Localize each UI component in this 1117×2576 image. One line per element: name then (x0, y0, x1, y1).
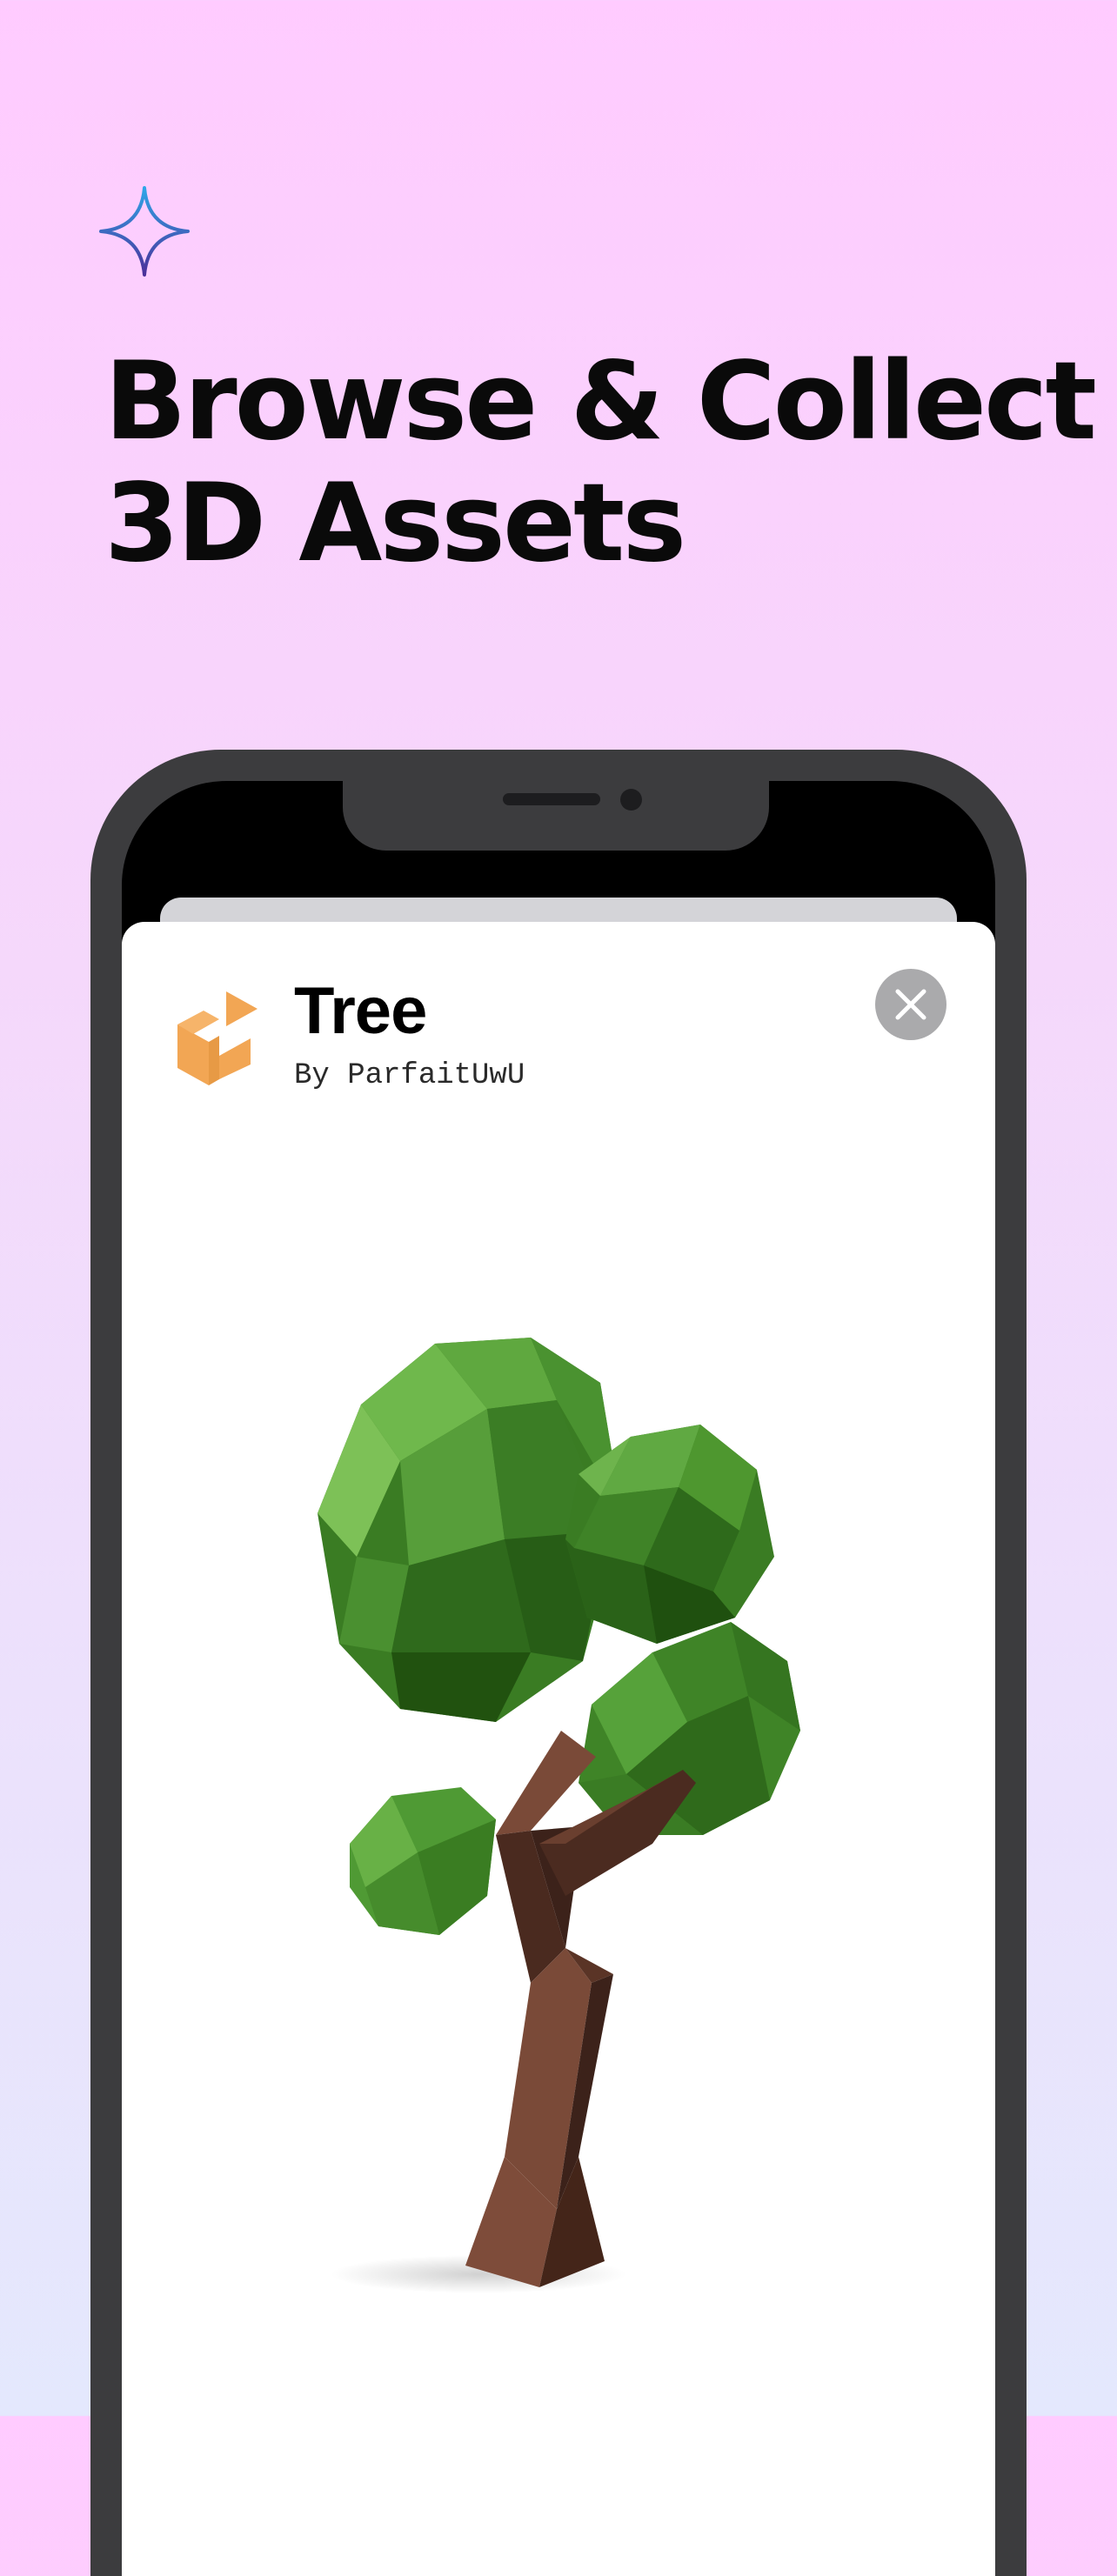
headline-line-1: Browse & Collect (104, 339, 1097, 464)
package-logo-icon (177, 991, 258, 1085)
headline: Browse & Collect 3D Assets (104, 339, 1097, 586)
phone-screen: Tree By ParfaitUwU (122, 781, 995, 2576)
speaker-grille (503, 793, 600, 805)
headline-line-2: 3D Assets (104, 461, 686, 586)
asset-title: Tree (294, 974, 427, 1048)
asset-detail-sheet: Tree By ParfaitUwU (122, 922, 995, 2576)
tree-trunk (465, 1731, 696, 2287)
tree-model (318, 1338, 800, 2293)
close-icon (895, 989, 926, 1020)
phone-mockup: Tree By ParfaitUwU (90, 750, 1027, 2576)
asset-author: By ParfaitUwU (294, 1059, 525, 1092)
close-button[interactable] (875, 969, 946, 1040)
foliage-right-back (579, 1622, 800, 1835)
sparkle-icon (99, 186, 190, 277)
front-camera (620, 789, 642, 811)
foliage-small-left (350, 1787, 496, 1935)
phone-notch (343, 781, 769, 851)
